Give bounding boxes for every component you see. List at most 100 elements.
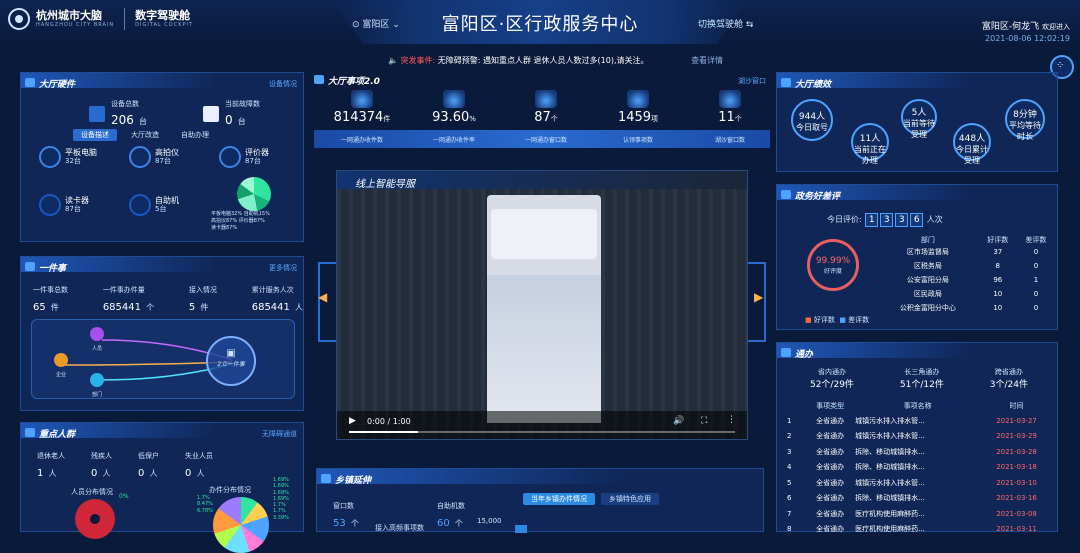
tong-ban-panel: 通办 省内通办 52个/29件 长三角通办 51个/12件 跨省通办 3个/24件 事…	[776, 342, 1058, 533]
self-label: 自助机数	[437, 502, 465, 510]
total-label: 设备总数	[111, 100, 139, 108]
card-reader-icon	[39, 194, 61, 216]
table-row[interactable]: 3 全省通办 拆除、移动城镇排水... 2021-03-28	[787, 444, 1053, 460]
group-value: 0	[91, 468, 98, 479]
today-eval: 今日评价: 1336 人次	[827, 213, 943, 227]
cell: 2	[787, 432, 792, 441]
next-arrow-icon[interactable]: ▶	[754, 290, 763, 304]
accessible-channel-link[interactable]: 无障碍通道	[262, 429, 297, 439]
summary-province: 省内通办 52个/29件	[810, 367, 854, 390]
table-row[interactable]: 2 全省通办 城镇污水排入排水管... 2021-03-29	[787, 429, 1053, 445]
scanner-icon	[129, 146, 151, 168]
window-icon	[535, 90, 557, 108]
video-controls: ▶ 0:00 / 1:00 🔊 ⛶ ⋮	[337, 411, 747, 439]
table-header: 部门 好评数 差评数	[877, 235, 1055, 245]
legend-item: 自助机15%	[243, 211, 270, 217]
prev-arrow-icon[interactable]: ◀	[318, 290, 327, 304]
window-unit: 个	[350, 519, 359, 528]
alert-more-link[interactable]: 查看详情	[691, 56, 723, 65]
kpi-received: 814374件 一网通办收件数	[322, 90, 402, 144]
tab-self-service[interactable]: 自助办理	[173, 129, 217, 141]
perf-value: 8分钟	[1013, 110, 1037, 120]
logo-cn: 杭州城市大脑	[36, 8, 102, 22]
cell: 全省通办	[816, 416, 845, 425]
legend-bad-marker: ■	[839, 316, 846, 324]
switch-cockpit-button[interactable]: 切换驾驶舱 ⇆	[698, 17, 753, 30]
window-label: 窗口数	[333, 502, 354, 510]
volume-icon[interactable]: 🔊	[673, 416, 684, 426]
inbox-icon	[351, 90, 373, 108]
chevron-down-icon: ⌄	[392, 20, 400, 30]
summary-value: 51个/12件	[899, 380, 944, 390]
table-row[interactable]: 7 全省通办 医疗机构使用麻醉药... 2021-03-08	[787, 506, 1053, 522]
cell: 拆除、移动城镇排水...	[855, 494, 925, 503]
more-options-icon[interactable]: ⋮	[727, 415, 736, 425]
video-progress-bar[interactable]	[349, 431, 735, 433]
device-card-reader: 读卡器 87台	[39, 193, 119, 217]
fullscreen-icon[interactable]: ⛶	[701, 416, 707, 426]
play-icon[interactable]: ▶	[349, 416, 356, 426]
col-header: 时间	[1009, 402, 1024, 410]
tab-township-annual[interactable]: 当年乡镇办件情况	[523, 493, 595, 505]
table-row[interactable]: 1 全省通办 城镇污水排入排水管... 2021-03-27	[787, 413, 1053, 429]
people-dist-donut	[75, 499, 115, 539]
device-icon	[89, 105, 105, 122]
summary-cross-province: 跨省通办 3个/24件	[990, 367, 1028, 390]
col-header: 事项名称	[903, 402, 932, 410]
perf-label: 今日取号	[796, 123, 828, 132]
cell: 全省通办	[816, 447, 845, 456]
kpi-unit: %	[469, 115, 476, 123]
cell: 区民政局	[913, 290, 942, 298]
tab-township-apps[interactable]: 乡镇特色应用	[601, 493, 659, 505]
kpi-label: 一网通办收件数	[340, 137, 383, 144]
tab-device-desc[interactable]: 设备描述	[73, 129, 117, 141]
table-row[interactable]: 6 全省通办 拆除、移动城镇排水... 2021-03-16	[787, 491, 1053, 507]
kpi-value: 814374	[333, 110, 384, 125]
col-header: 部门	[920, 236, 935, 244]
video-player[interactable]: 线上智能导服 ▶ 0:00 / 1:00 🔊 ⛶ ⋮	[336, 170, 748, 440]
cell: 全省通办	[816, 525, 845, 534]
table-row[interactable]: 5 全省通办 城镇污水排入排水管... 2021-03-10	[787, 475, 1053, 491]
cell: 城镇污水排入排水管...	[855, 478, 925, 487]
rate-value: 99.99%	[815, 256, 851, 266]
city-brain-logo-icon	[8, 8, 30, 30]
device-status-link[interactable]: 设备情况	[269, 79, 297, 89]
perf-label: 当前正在办理	[854, 145, 886, 165]
evaluator-icon	[219, 146, 241, 168]
alert-bar: 🔈 突发事件: 无障碍预警: 遇知重点人群 退休人员人数过多(10),请关注。 …	[388, 55, 723, 66]
legend-good: 好评数	[813, 316, 835, 324]
summary-value: 3个/24件	[989, 380, 1029, 390]
kpi-unit: 个	[550, 115, 558, 123]
device-kiosk: 自助机 5台	[129, 193, 209, 217]
alert-label: 突发事件:	[400, 56, 436, 65]
more-link[interactable]: 更多情况	[269, 263, 297, 273]
device-tablet: 平板电脑 32台	[39, 145, 119, 169]
group-unit: 人	[48, 469, 57, 478]
table-row[interactable]: 4 全省通办 拆除、移动城镇排水... 2021-03-18	[787, 460, 1053, 476]
person-icon	[90, 327, 104, 341]
switch-cockpit-label: 切换驾驶舱	[698, 20, 744, 30]
panel-title: 重点人群	[25, 427, 75, 440]
tab-hall-renovation[interactable]: 大厅改造	[123, 129, 167, 141]
cell: 10	[993, 290, 1003, 298]
location-selector[interactable]: ⊙ 富阳区 ⌄	[352, 17, 400, 30]
cell: 37	[993, 248, 1003, 256]
window-link[interactable]: 湖沙窗口	[738, 76, 766, 86]
pct-label: 6.78%	[197, 507, 213, 514]
panel-header-bar	[317, 469, 763, 484]
panel-title: 政务好差评	[781, 189, 840, 202]
work-dist-title: 办件分布情况	[209, 486, 251, 494]
cell: 0	[1033, 290, 1039, 298]
perf-value: 5人	[911, 108, 927, 118]
perf-label: 平均等待时长	[1009, 121, 1041, 141]
tong-ban-table: 事项类型 事项名称 时间 1 全省通办 城镇污水排入排水管... 2021-03-27 2…	[787, 399, 1053, 537]
pct-label: 1.69%	[273, 489, 289, 496]
legend-bad: 差评数	[848, 316, 870, 324]
total-devices: 设备总数 206 台	[89, 99, 147, 128]
device-count: 87台	[245, 156, 261, 165]
group-unit: 人	[196, 469, 205, 478]
table-row[interactable]: 8 全省通办 医疗机构使用麻醉药... 2021-03-11	[787, 522, 1053, 538]
total-unit: 台	[139, 117, 147, 126]
summary-label: 长三角通办	[904, 368, 940, 376]
fault-devices: 当前故障数 0 台	[203, 99, 260, 128]
